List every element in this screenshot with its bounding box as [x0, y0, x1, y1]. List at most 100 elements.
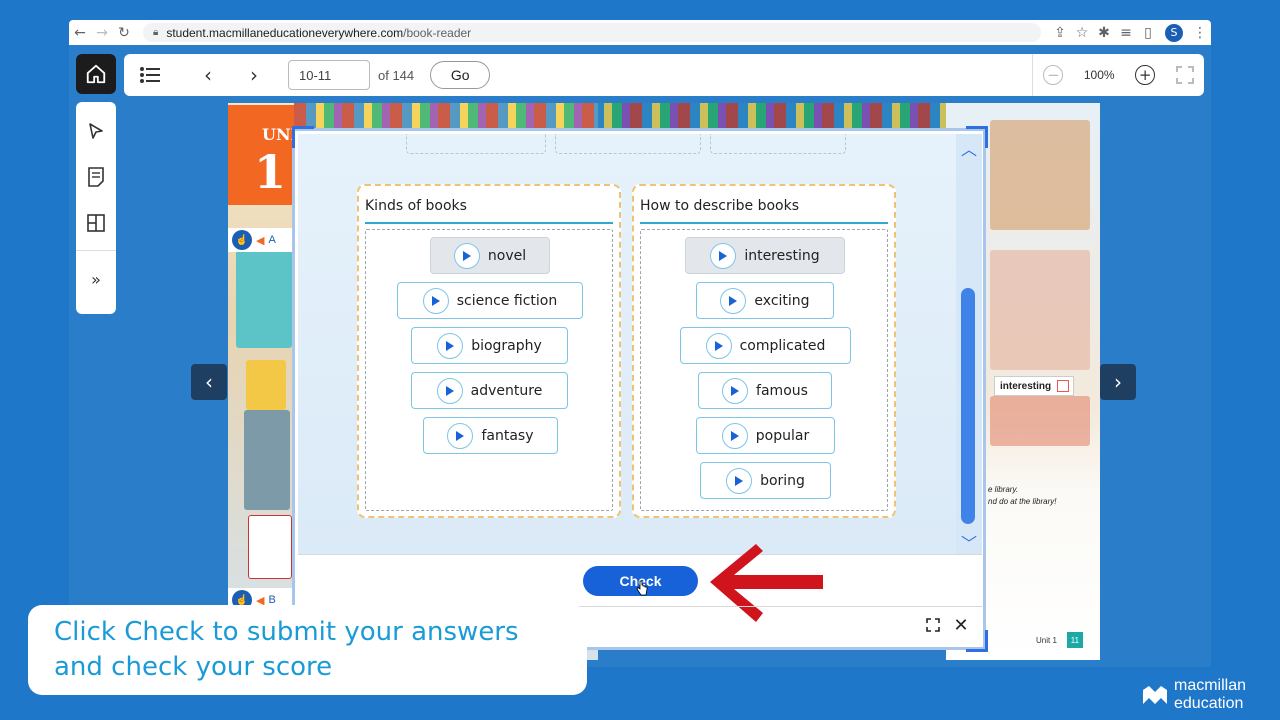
footer-unit: Unit 1 — [1036, 635, 1057, 645]
layout-icon — [87, 214, 105, 232]
chevron-right-icon: › — [250, 63, 258, 87]
next-spread-button[interactable]: › — [1100, 364, 1136, 400]
play-icon[interactable] — [422, 287, 449, 314]
word-label: adventure — [470, 382, 543, 399]
right-text-line: e library. — [988, 485, 1019, 494]
forward-icon[interactable]: → — [91, 25, 113, 41]
word-card-adventure[interactable]: adventure — [411, 372, 568, 409]
chevron-left-icon: ‹ — [205, 370, 213, 394]
word-card-complicated[interactable]: complicated — [680, 327, 851, 364]
lock-icon: 🔒︎ — [153, 27, 159, 38]
extensions-icon[interactable]: ✱ — [1093, 25, 1115, 41]
word-label: popular — [755, 427, 810, 444]
play-icon[interactable] — [726, 467, 753, 494]
page-number-input[interactable] — [288, 60, 370, 90]
expand-tools-button[interactable]: » — [76, 251, 116, 307]
word-label: famous — [756, 382, 808, 399]
profile-avatar[interactable]: S — [1165, 23, 1183, 42]
notes-tool-button[interactable] — [76, 154, 116, 200]
chevron-right-icon: › — [1114, 370, 1122, 394]
bookmark-star-icon[interactable]: ☆ — [1071, 25, 1093, 41]
modal-divider — [298, 554, 982, 555]
list-icon — [140, 67, 160, 83]
play-icon[interactable] — [447, 422, 474, 449]
word-label: complicated — [739, 337, 826, 354]
right-text-line: nd do at the library! — [988, 497, 1057, 506]
word-card-biography[interactable]: biography — [411, 327, 568, 364]
page-number-badge: 11 — [1066, 632, 1083, 648]
page-total: of 144 — [378, 67, 415, 83]
word-card-novel[interactable]: novel — [430, 237, 550, 274]
tag-word: interesting — [1000, 380, 1052, 392]
back-icon[interactable]: ← — [69, 25, 91, 41]
play-icon[interactable] — [720, 287, 747, 314]
empty-answer-slot[interactable] — [710, 134, 846, 154]
expand-icon — [926, 618, 940, 632]
zoom-controls: − 100% + — [1032, 54, 1204, 96]
word-card-famous[interactable]: famous — [698, 372, 832, 409]
play-icon[interactable] — [710, 242, 737, 269]
book-illustration — [246, 360, 286, 410]
scroll-up-icon[interactable]: ︿ — [957, 138, 981, 159]
layout-tool-button[interactable] — [76, 200, 116, 246]
word-card-popular[interactable]: popular — [696, 417, 835, 454]
hand-cursor-icon — [636, 580, 648, 596]
home-button[interactable] — [76, 54, 116, 94]
url-path: /book-reader — [403, 25, 472, 40]
zoom-in-icon[interactable]: + — [1135, 65, 1156, 85]
empty-answer-slot[interactable] — [555, 134, 701, 154]
next-page-button[interactable]: › — [234, 55, 274, 95]
play-icon[interactable] — [436, 377, 463, 404]
chevron-left-icon: ‹ — [204, 63, 212, 87]
right-page-text: e library. nd do at the library! — [988, 484, 1098, 508]
word-card-science-fiction[interactable]: science fiction — [397, 282, 583, 319]
pointer-tool-button[interactable] — [76, 108, 116, 154]
url-field[interactable]: 🔒︎ student.macmillaneducationeverywhere.… — [143, 23, 1041, 42]
child-illustration — [990, 396, 1090, 446]
previous-spread-button[interactable]: ‹ — [191, 364, 227, 400]
word-card-fantasy[interactable]: fantasy — [423, 417, 558, 454]
cursor-arrow-icon — [89, 123, 103, 139]
browser-menu-icon[interactable]: ⋮ — [1189, 25, 1211, 41]
red-arrow-icon — [710, 544, 823, 622]
table-of-contents-button[interactable] — [130, 55, 170, 95]
word-card-exciting[interactable]: exciting — [696, 282, 834, 319]
word-card-interesting[interactable]: interesting — [685, 237, 845, 274]
play-icon[interactable] — [705, 332, 732, 359]
play-icon[interactable] — [453, 242, 480, 269]
home-icon — [86, 64, 106, 84]
word-label: fantasy — [481, 427, 534, 444]
word-label: boring — [760, 472, 805, 489]
fullscreen-icon[interactable] — [1175, 66, 1194, 84]
speaker-icon[interactable]: ◀︎ — [256, 234, 264, 247]
caption-line: and check your score — [54, 652, 333, 682]
note-icon — [88, 167, 104, 187]
word-label: biography — [471, 337, 542, 354]
share-icon[interactable]: ⇪ — [1049, 25, 1071, 41]
play-icon[interactable] — [722, 377, 749, 404]
reader-toolbar: ‹ › of 144 Go − 100% + — [124, 54, 1204, 96]
previous-page-button[interactable]: ‹ — [188, 55, 228, 95]
empty-answer-slot[interactable] — [406, 134, 546, 154]
category-how-to-describe-books: How to describe books interesting exciti… — [632, 184, 896, 518]
close-modal-button[interactable]: ✕ — [950, 614, 972, 636]
tap-icon[interactable]: ☝ — [232, 230, 252, 250]
play-icon[interactable] — [721, 422, 748, 449]
go-button[interactable]: Go — [430, 61, 491, 89]
side-panel-icon[interactable]: ▯ — [1137, 25, 1159, 41]
close-icon: ✕ — [953, 614, 969, 636]
reload-icon[interactable]: ↻ — [113, 25, 135, 41]
tag-checkbox — [1057, 380, 1070, 392]
scrollbar-thumb[interactable] — [961, 288, 975, 524]
word-label: exciting — [754, 292, 810, 309]
word-card-boring[interactable]: boring — [700, 462, 831, 499]
zoom-out-icon[interactable]: − — [1043, 65, 1064, 85]
audio-label-a: A — [268, 234, 276, 246]
scroll-down-icon[interactable]: ﹀ — [957, 532, 981, 553]
browser-address-bar: ← → ↻ 🔒︎ student.macmillaneducationevery… — [69, 20, 1211, 45]
category-title: Kinds of books — [365, 198, 613, 224]
media-queue-icon[interactable]: ≡ — [1115, 25, 1137, 41]
play-icon[interactable] — [437, 332, 464, 359]
kids-reading-illustration — [990, 250, 1090, 370]
expand-modal-button[interactable] — [922, 614, 944, 636]
